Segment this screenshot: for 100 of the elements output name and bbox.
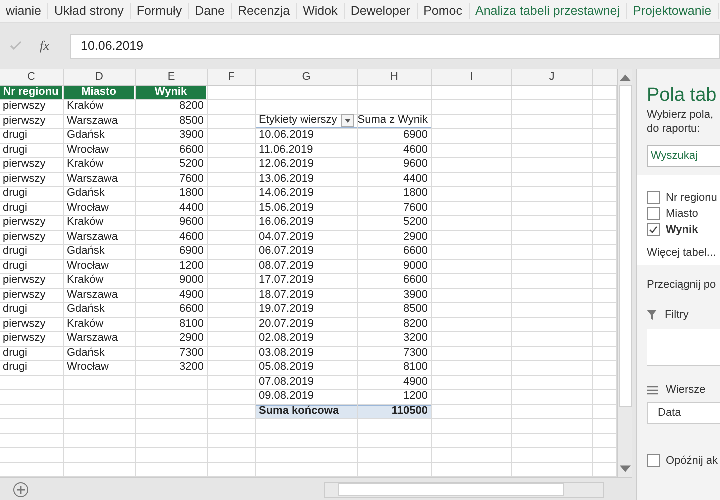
area-label: Wiersze	[666, 384, 706, 396]
table-cell-text: 5200	[178, 158, 205, 172]
column-header-letter[interactable]: D	[64, 69, 136, 84]
rows-icon	[647, 386, 658, 394]
table-cell-text: drugi	[2, 303, 28, 316]
table-cell-text: pierwszy	[2, 158, 47, 172]
table-cell-text: pierwszy	[2, 274, 47, 288]
add-sheet-icon[interactable]	[13, 482, 29, 498]
table-cell-text: drugi	[2, 245, 28, 258]
scroll-down-icon[interactable]	[620, 464, 630, 474]
table-cell-text: Gdańsk	[66, 346, 106, 360]
pivot-header: Etykiety wierszy	[259, 114, 338, 128]
field-label: Miasto	[666, 208, 698, 220]
table-cell-text: 6600	[178, 303, 205, 316]
table-cell-text: 1800	[178, 187, 205, 200]
column-header-letter[interactable]: F	[208, 69, 256, 84]
table-cell-text: drugi	[2, 187, 28, 200]
filter-icon	[647, 310, 657, 320]
caret-icon	[344, 118, 351, 123]
table-cell-text: drugi	[2, 144, 28, 157]
table-cell-text: 4400	[178, 202, 205, 215]
table-cell-text: 9000	[178, 274, 205, 288]
search-field[interactable]: Wyszukaj	[647, 145, 720, 167]
column-header-letter[interactable]: G	[256, 69, 358, 84]
table-cell-text: 7600	[178, 172, 205, 186]
panel-description: Wybierz pola,	[647, 109, 715, 121]
table-cell-text: drugi	[2, 129, 28, 142]
table-cell-text: 6900	[178, 245, 205, 258]
table-cell-text: 8200	[178, 100, 205, 114]
table-cell-text: Gdańsk	[66, 129, 106, 142]
column-header-letter[interactable]: E	[136, 69, 208, 84]
table-cell-text: Wrocław	[66, 361, 110, 374]
table-cell-text: Warszawa	[66, 230, 119, 244]
table-cell-text: pierwszy	[2, 216, 47, 230]
ribbon-tab[interactable]: Analiza tabeli przestawnej	[470, 3, 628, 19]
column-header-letter[interactable]: H	[358, 69, 432, 84]
table-cell-text: 4600	[178, 230, 205, 244]
ribbon-tab[interactable]: Pomoc	[418, 3, 470, 19]
table-cell-text: 4900	[178, 288, 205, 302]
table-cell-text: Wrocław	[66, 202, 110, 215]
table-cell-text: 3900	[178, 129, 205, 142]
table-cell-text: pierwszy	[2, 318, 47, 331]
insert-function-button[interactable]: fx	[40, 38, 50, 54]
scrollbar-thumb[interactable]	[618, 85, 632, 407]
field-checkbox[interactable]	[647, 191, 660, 204]
table-cell-text: drugi	[2, 260, 28, 273]
table-cell-text: Kraków	[66, 274, 105, 288]
table-cell-text: Warszawa	[66, 114, 119, 128]
table-cell-text: 3200	[178, 361, 205, 374]
panel-description: do raportu:	[647, 123, 702, 135]
ribbon-tab[interactable]: Projektowanie	[627, 3, 719, 19]
field-label: Wynik	[666, 224, 698, 236]
table-cell-text: Gdańsk	[66, 303, 106, 316]
table-cell-text: Gdańsk	[66, 187, 106, 200]
table-cell-text: Kraków	[66, 216, 105, 230]
column-header-letter[interactable]: C	[0, 69, 64, 84]
column-header-letter[interactable]: J	[512, 69, 593, 84]
panel-title: Pola tab	[647, 85, 718, 107]
ribbon-tab[interactable]: Deweloper	[344, 3, 418, 19]
table-cell-text: pierwszy	[2, 172, 47, 186]
table-cell-text: 8100	[178, 318, 205, 331]
ribbon-tab[interactable]: Układ strony	[48, 3, 131, 19]
column-header-letter[interactable]: I	[432, 69, 512, 84]
field-label: Nr regionu	[666, 192, 718, 204]
ribbon-tab[interactable]: Widok	[297, 3, 345, 19]
table-cell-text: Warszawa	[66, 172, 119, 186]
table-cell-text: pierwszy	[2, 288, 47, 302]
defer-checkbox[interactable]	[647, 454, 660, 467]
field-checkbox[interactable]	[647, 207, 660, 220]
row-field-item[interactable]: Data	[647, 402, 720, 424]
table-cell-text: pierwszy	[2, 100, 47, 114]
ribbon-tab[interactable]: wianie	[0, 3, 48, 19]
scroll-up-icon[interactable]	[620, 73, 630, 83]
more-tables-link[interactable]: Więcej tabel...	[647, 247, 720, 259]
ribbon-tab[interactable]: Dane	[189, 3, 232, 19]
check-icon[interactable]	[10, 41, 22, 51]
formula-field[interactable]: 10.06.2019	[70, 34, 720, 58]
table-cell-text: 7300	[178, 346, 205, 360]
table-cell-text: pierwszy	[2, 230, 47, 244]
area-label: Filtry	[665, 309, 689, 321]
ribbon-tab[interactable]: Formuły	[130, 3, 190, 19]
table-cell-text: Kraków	[66, 318, 105, 331]
horizontal-scrollbar[interactable]	[324, 482, 604, 498]
ribbon-tab[interactable]: Recenzja	[232, 3, 298, 19]
table-cell-text: pierwszy	[2, 114, 47, 128]
table-cell-text: 9600	[178, 216, 205, 230]
table-cell-text: Warszawa	[66, 288, 119, 302]
table-cell-text: Gdańsk	[66, 245, 106, 258]
pivot-total: 110500	[358, 404, 431, 418]
table-cell-text: 1200	[178, 260, 205, 273]
drag-hint: Przeciągnij po	[647, 279, 718, 291]
column-header: Nr regionu	[0, 86, 63, 99]
pivot-total: Suma końcowa	[256, 404, 357, 418]
table-cell-text: pierwszy	[2, 332, 47, 346]
table-cell-text: Kraków	[66, 100, 105, 114]
field-checkbox[interactable]	[647, 223, 660, 236]
dropdown-button[interactable]	[341, 114, 354, 128]
column-header: Miasto	[64, 86, 135, 99]
table-cell-text: 8500	[178, 114, 205, 128]
table-cell-text: 2900	[178, 332, 205, 346]
